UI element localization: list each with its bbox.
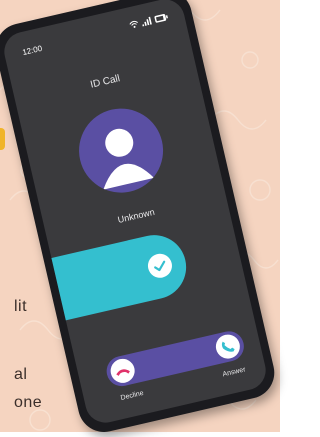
decline-button[interactable] [108, 356, 138, 386]
side-text-line-3: one [14, 394, 43, 411]
side-text-line-1: lit [14, 298, 28, 315]
answer-slider-panel[interactable] [31, 228, 193, 325]
check-button[interactable] [145, 251, 175, 281]
answer-button[interactable] [213, 332, 243, 361]
phone-hangup-icon [108, 356, 137, 385]
status-time: 12:00 [21, 43, 44, 58]
call-title: ID Call [89, 73, 122, 91]
user-avatar-icon [70, 100, 172, 201]
caller-name: Unknown [116, 206, 156, 225]
battery-icon [154, 13, 169, 24]
accent-mark [0, 128, 5, 150]
phone-icon [213, 332, 242, 361]
status-icons [128, 13, 169, 30]
check-icon [146, 251, 175, 280]
side-text-line-2: al [14, 366, 28, 383]
call-action-bar [103, 328, 247, 390]
signal-icon [141, 16, 153, 27]
answer-label: Answer [222, 366, 247, 379]
decline-label: Decline [120, 389, 145, 402]
wifi-icon [128, 19, 140, 29]
